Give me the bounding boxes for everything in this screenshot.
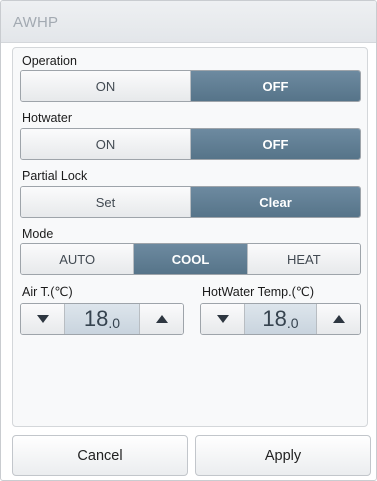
operation-segment: ON OFF	[20, 70, 361, 102]
mode-label: Mode	[22, 227, 54, 241]
hotwater-segment: ON OFF	[20, 128, 361, 160]
triangle-down-icon	[36, 315, 49, 323]
mode-auto-button[interactable]: AUTO	[21, 244, 135, 274]
title-bar: AWHP	[1, 1, 376, 43]
triangle-up-icon	[332, 315, 345, 323]
air-temp-value-int: 18	[83, 306, 109, 331]
mode-segment: AUTO COOL HEAT	[20, 243, 361, 275]
partial-lock-clear-button[interactable]: Clear	[191, 187, 360, 217]
partial-lock-set-button[interactable]: Set	[21, 187, 191, 217]
air-temp-label: Air T.(℃)	[22, 285, 73, 299]
hotwater-temp-value-dec: .0	[286, 314, 299, 331]
hotwater-temp-stepper: 18.0	[200, 303, 361, 335]
air-temp-value: 18.0	[65, 304, 139, 334]
air-temp-value-dec: .0	[108, 314, 121, 331]
mode-heat-button[interactable]: HEAT	[247, 244, 360, 274]
hotwater-temp-label: HotWater Temp.(℃)	[202, 285, 314, 299]
hotwater-temp-value-int: 18	[262, 306, 287, 331]
air-temp-stepper: 18.0	[20, 303, 184, 335]
awhp-dialog: AWHP Operation ON OFF Hotwater ON OFF Pa…	[0, 0, 377, 481]
operation-off-button[interactable]: OFF	[191, 71, 360, 101]
partial-lock-segment: Set Clear	[20, 186, 361, 218]
hotwater-on-button[interactable]: ON	[21, 129, 191, 159]
mode-cool-button[interactable]: COOL	[134, 244, 248, 274]
operation-label: Operation	[22, 54, 77, 68]
partial-lock-label: Partial Lock	[22, 169, 88, 183]
operation-on-button[interactable]: ON	[21, 71, 191, 101]
hotwater-label: Hotwater	[22, 111, 73, 125]
settings-panel: Operation ON OFF Hotwater ON OFF Partial…	[12, 47, 368, 427]
hotwater-off-button[interactable]: OFF	[191, 129, 360, 159]
triangle-up-icon	[155, 315, 168, 323]
hotwater-temp-increase-button[interactable]	[316, 304, 360, 334]
hotwater-temp-value: 18.0	[245, 304, 316, 334]
hotwater-temp-decrease-button[interactable]	[201, 304, 245, 334]
air-temp-decrease-button[interactable]	[21, 304, 65, 334]
triangle-down-icon	[216, 315, 229, 323]
window-title: AWHP	[13, 14, 59, 31]
cancel-button[interactable]: Cancel	[12, 435, 188, 476]
air-temp-increase-button[interactable]	[139, 304, 183, 334]
apply-button[interactable]: Apply	[195, 435, 371, 476]
